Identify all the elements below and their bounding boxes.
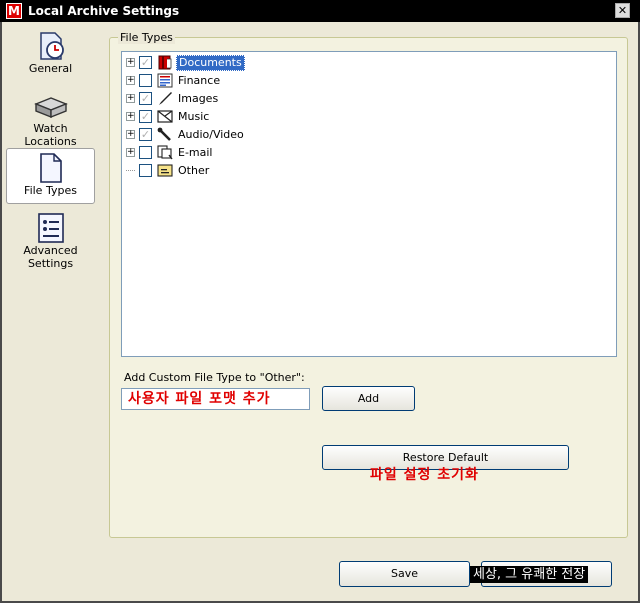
documents-icon xyxy=(156,55,173,71)
file-types-group-title: File Types xyxy=(118,31,175,44)
email-icon xyxy=(156,145,173,161)
finance-icon xyxy=(156,73,173,89)
tree-item-label: Documents xyxy=(176,54,245,71)
tree-item-label: E-mail xyxy=(178,145,213,159)
sidebar-item-label: Settings xyxy=(27,257,74,270)
finance-checkbox[interactable] xyxy=(139,74,152,87)
hard-drive-icon xyxy=(33,97,68,119)
clock-document-icon xyxy=(39,32,64,60)
music-icon xyxy=(156,109,173,125)
tree-item-email[interactable]: + E-mail xyxy=(126,144,215,161)
settings-list-icon xyxy=(37,213,64,243)
expand-icon[interactable]: + xyxy=(126,148,135,157)
tree-item-images[interactable]: + ✓ Images xyxy=(126,90,220,107)
watermark: 세상, 그 유쾌한 전장 xyxy=(470,566,589,583)
audio-video-icon xyxy=(156,127,173,143)
music-checkbox[interactable]: ✓ xyxy=(139,110,152,123)
expand-icon[interactable]: + xyxy=(126,94,135,103)
tree-item-documents[interactable]: + ✓ Documents xyxy=(126,54,245,71)
expand-icon[interactable]: + xyxy=(126,76,135,85)
tree-item-other[interactable]: Other xyxy=(126,162,211,179)
tree-item-label: Finance xyxy=(178,73,221,87)
file-types-tree[interactable]: + ✓ Documents + Finance + ✓ Images + ✓ M… xyxy=(121,51,617,357)
sidebar-item-advanced-settings[interactable]: Advanced Settings xyxy=(6,212,95,274)
other-checkbox[interactable] xyxy=(139,164,152,177)
images-icon xyxy=(156,91,173,107)
tree-item-label: Music xyxy=(178,109,210,123)
expand-icon[interactable]: + xyxy=(126,112,135,121)
sidebar-item-label: File Types xyxy=(24,184,77,197)
sidebar-item-label: Advanced xyxy=(23,244,78,257)
tree-item-music[interactable]: + ✓ Music xyxy=(126,108,211,125)
other-icon xyxy=(156,163,173,179)
expand-icon[interactable]: + xyxy=(126,130,135,139)
audio-video-checkbox[interactable]: ✓ xyxy=(139,128,152,141)
window-title: Local Archive Settings xyxy=(28,4,180,18)
expand-icon[interactable]: + xyxy=(126,58,135,67)
custom-file-type-label: Add Custom File Type to "Other": xyxy=(124,371,305,384)
sidebar-item-general[interactable]: General xyxy=(6,30,95,82)
sidebar: General Watch Locations File Types Advan… xyxy=(2,24,98,599)
tree-item-label: Audio/Video xyxy=(178,127,244,141)
tree-connector xyxy=(126,170,135,171)
tree-item-finance[interactable]: + Finance xyxy=(126,72,222,89)
file-icon xyxy=(39,153,62,183)
add-button[interactable]: Add xyxy=(322,386,415,411)
save-button[interactable]: Save xyxy=(339,561,470,587)
restore-default-annotation: 파일 설정 초기화 xyxy=(370,467,479,483)
custom-file-type-input[interactable]: 사용자 파일 포맷 추가 xyxy=(121,388,310,410)
sidebar-item-watch-locations[interactable]: Watch Locations xyxy=(6,94,95,148)
documents-checkbox[interactable]: ✓ xyxy=(139,56,152,69)
sidebar-item-file-types[interactable]: File Types xyxy=(6,148,95,204)
tree-item-audio-video[interactable]: + ✓ Audio/Video xyxy=(126,126,246,143)
app-logo-icon: M xyxy=(6,3,22,19)
tree-item-label: Images xyxy=(178,91,219,105)
close-button[interactable]: ✕ xyxy=(615,3,630,18)
images-checkbox[interactable]: ✓ xyxy=(139,92,152,105)
email-checkbox[interactable] xyxy=(139,146,152,159)
title-bar: M Local Archive Settings ✕ xyxy=(0,0,640,22)
sidebar-item-label: Watch Locations xyxy=(24,122,77,148)
sidebar-item-label: General xyxy=(28,62,73,75)
tree-item-label: Other xyxy=(178,163,210,177)
